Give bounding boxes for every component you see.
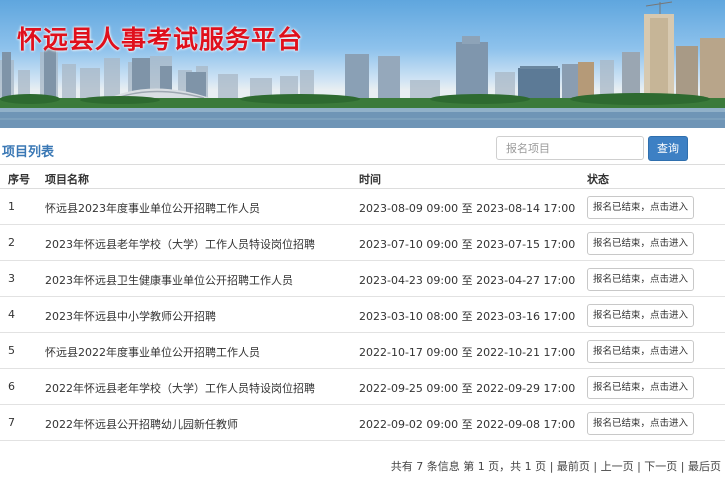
enter-project-button[interactable]: 报名已结束，点击进入 [587,304,694,327]
row-time: 2022-10-17 09:00 至 2022-10-21 17:00 [359,346,576,359]
enter-project-button[interactable]: 报名已结束，点击进入 [587,268,694,291]
table-header: 序号 项目名称 时间 状态 [0,167,725,189]
row-no: 4 [8,308,15,321]
row-time: 2023-03-10 08:00 至 2023-03-16 17:00 [359,310,576,323]
table-row: 1 怀远县2023年度事业单位公开招聘工作人员 2023-08-09 09:00… [0,189,725,225]
header-no: 序号 [8,173,30,186]
row-name: 2022年怀远县老年学校（大学）工作人员特设岗位招聘 [45,382,315,395]
list-toolbar: 项目列表 查询 [0,133,725,163]
table-row: 5 怀远县2022年度事业单位公开招聘工作人员 2022-10-17 09:00… [0,333,725,369]
row-name: 怀远县2023年度事业单位公开招聘工作人员 [45,202,260,215]
header-name: 项目名称 [45,173,89,186]
next-page-link[interactable]: 下一页 [644,460,677,473]
row-time: 2023-08-09 09:00 至 2023-08-14 17:00 [359,202,576,215]
pagination-summary: 共有 7 条信息 第 1 页，共 1 页 [390,460,547,473]
row-no: 6 [8,380,15,393]
row-no: 3 [8,272,15,285]
enter-project-button[interactable]: 报名已结束，点击进入 [587,376,694,399]
pager-sep: | [549,460,557,473]
enter-project-button[interactable]: 报名已结束，点击进入 [587,232,694,255]
enter-project-button[interactable]: 报名已结束，点击进入 [587,196,694,219]
row-name: 2023年怀远县卫生健康事业单位公开招聘工作人员 [45,274,293,287]
search-input[interactable] [496,136,644,160]
pagination: 共有 7 条信息 第 1 页，共 1 页 | 最前页 | 上一页 | 下一页 |… [391,458,721,474]
row-no: 2 [8,236,15,249]
row-no: 5 [8,344,15,357]
section-title: 项目列表 [2,145,55,160]
search-button[interactable]: 查询 [648,136,688,161]
table-row: 7 2022年怀远县公开招聘幼儿园新任教师 2022-09-02 09:00 至… [0,405,725,441]
prev-page-link[interactable]: 上一页 [601,460,634,473]
enter-project-button[interactable]: 报名已结束，点击进入 [587,340,694,363]
first-page-link[interactable]: 最前页 [557,460,590,473]
row-time: 2023-07-10 09:00 至 2023-07-15 17:00 [359,238,576,251]
divider [0,164,725,165]
header-time: 时间 [359,173,381,186]
table-row: 6 2022年怀远县老年学校（大学）工作人员特设岗位招聘 2022-09-25 … [0,369,725,405]
row-no: 7 [8,416,15,429]
row-time: 2022-09-25 09:00 至 2022-09-29 17:00 [359,382,576,395]
pager-sep: | [680,460,688,473]
row-name: 2022年怀远县公开招聘幼儿园新任教师 [45,418,238,431]
last-page-link[interactable]: 最后页 [688,460,721,473]
row-time: 2023-04-23 09:00 至 2023-04-27 17:00 [359,274,576,287]
table-row: 2 2023年怀远县老年学校（大学）工作人员特设岗位招聘 2023-07-10 … [0,225,725,261]
row-name: 怀远县2022年度事业单位公开招聘工作人员 [45,346,260,359]
table-row: 4 2023年怀远县中小学教师公开招聘 2023-03-10 08:00 至 2… [0,297,725,333]
header-banner: 怀远县人事考试服务平台 [0,0,725,128]
row-name: 2023年怀远县老年学校（大学）工作人员特设岗位招聘 [45,238,315,251]
table-row: 3 2023年怀远县卫生健康事业单位公开招聘工作人员 2023-04-23 09… [0,261,725,297]
row-name: 2023年怀远县中小学教师公开招聘 [45,310,216,323]
site-title: 怀远县人事考试服务平台 [17,25,304,54]
project-table: 序号 项目名称 时间 状态 1 怀远县2023年度事业单位公开招聘工作人员 20… [0,167,725,441]
row-time: 2022-09-02 09:00 至 2022-09-08 17:00 [359,418,576,431]
pager-sep: | [593,460,601,473]
enter-project-button[interactable]: 报名已结束，点击进入 [587,412,694,435]
header-status: 状态 [587,173,609,186]
row-no: 1 [8,200,15,213]
